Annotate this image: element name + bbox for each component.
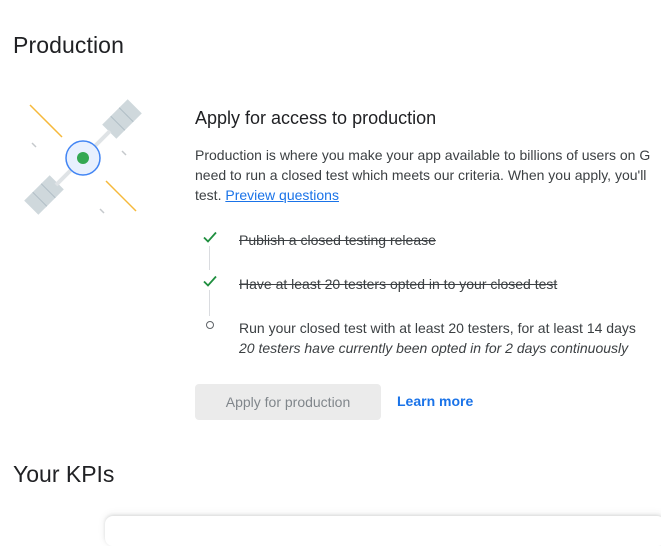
description-line: Production is where you make your app av…	[195, 147, 651, 163]
description-line: test. Preview questions	[195, 185, 661, 205]
preview-questions-link[interactable]: Preview questions	[225, 187, 339, 203]
satellite-illustration	[20, 95, 150, 223]
page-title: Production	[13, 32, 124, 58]
access-description: Production is where you make your app av…	[195, 145, 661, 205]
description-line-text: test.	[195, 187, 222, 203]
kpis-title: Your KPIs	[13, 461, 115, 487]
access-title: Apply for access to production	[195, 108, 437, 128]
learn-more-link[interactable]: Learn more	[397, 393, 473, 409]
apply-for-production-button[interactable]: Apply for production	[195, 384, 381, 420]
step-label: Run your closed test with at least 20 te…	[239, 320, 636, 336]
step-connector	[209, 290, 210, 316]
check-icon	[202, 229, 218, 245]
pending-circle-icon	[202, 317, 218, 333]
check-icon	[202, 273, 218, 289]
step-connector	[209, 246, 210, 270]
step-label: Have at least 20 testers opted in to you…	[239, 276, 558, 292]
kpi-card	[105, 516, 661, 546]
step-label: Publish a closed testing release	[239, 232, 436, 248]
step-detail: 20 testers have currently been opted in …	[239, 340, 629, 356]
step-label-group: Run your closed test with at least 20 te…	[239, 318, 636, 358]
description-line: need to run a closed test which meets ou…	[195, 167, 647, 183]
